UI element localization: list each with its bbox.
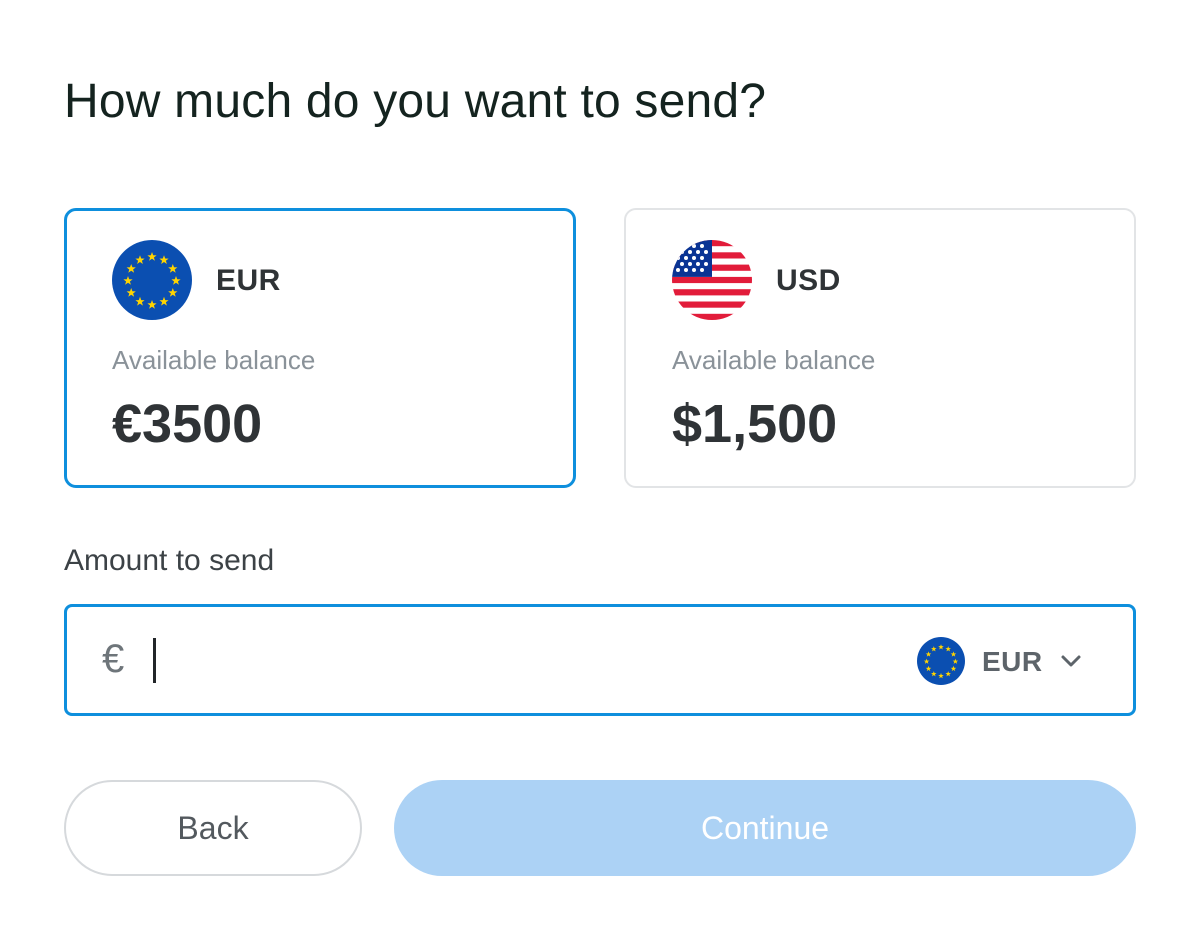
selected-currency-code: EUR	[982, 646, 1043, 677]
available-balance-value: $1,500	[672, 394, 838, 454]
chevron-down-icon	[1061, 655, 1081, 667]
eu-flag-icon	[112, 240, 192, 320]
amount-input[interactable]	[159, 627, 859, 693]
text-caret	[153, 638, 156, 683]
send-money-page: How much do you want to send? EUR Availa…	[0, 0, 1200, 940]
account-card-eur[interactable]: EUR Available balance €3500	[64, 208, 576, 488]
amount-label: Amount to send	[64, 544, 275, 577]
eu-flag-icon	[917, 637, 965, 685]
currency-dropdown[interactable]: EUR	[917, 635, 1097, 687]
back-button[interactable]: Back	[64, 780, 362, 876]
account-currency-code: EUR	[216, 264, 281, 297]
continue-button[interactable]: Continue	[394, 780, 1136, 876]
available-balance-label: Available balance	[112, 345, 316, 375]
account-currency-code: USD	[776, 264, 841, 297]
page-title: How much do you want to send?	[64, 75, 767, 128]
us-flag-icon	[672, 240, 752, 320]
available-balance-value: €3500	[112, 394, 263, 454]
account-card-usd[interactable]: USD Available balance $1,500	[624, 208, 1136, 488]
currency-symbol: €	[102, 637, 125, 681]
available-balance-label: Available balance	[672, 345, 876, 375]
amount-field[interactable]: € EUR	[64, 604, 1136, 716]
